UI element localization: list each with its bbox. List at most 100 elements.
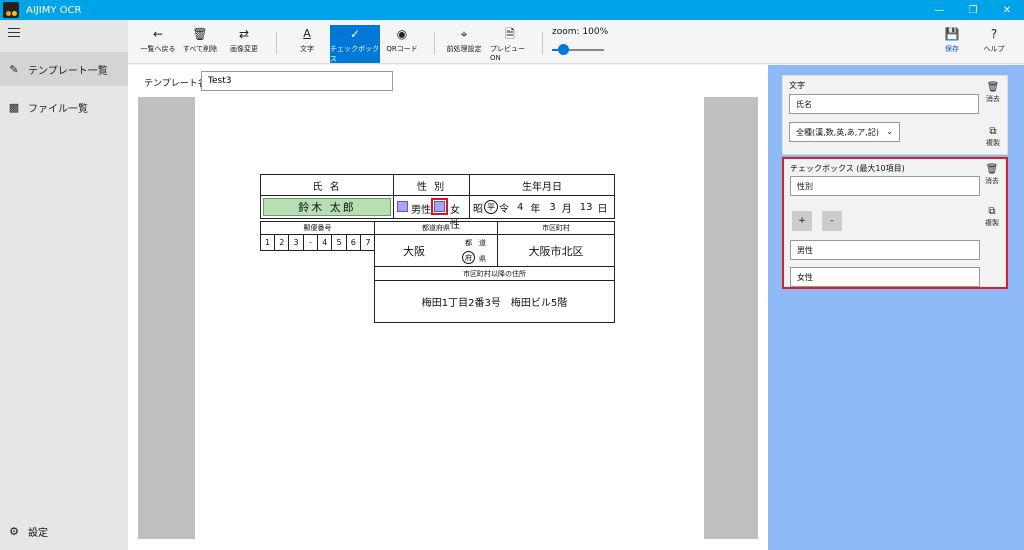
sidebar-item-templates[interactable]: ✎ テンプレート一覧 [0,52,128,86]
arrow-left-icon: ← [152,27,164,41]
trash-icon: 🗑 [192,27,208,41]
copy-checkbox-region-button[interactable]: ⧉ 複製 [982,206,1002,228]
text-icon: A [303,27,311,40]
prefecture-value: 大阪 [403,245,425,258]
delete-text-region-button[interactable]: 🗑 消去 [983,82,1003,104]
checkbox-label: チェックボックス [330,45,379,63]
delete-label: 消去 [986,95,1000,103]
sidebar-item-files[interactable]: ▩ ファイル一覧 [0,90,128,124]
text-label: 文字 [300,45,314,53]
window-controls: — ❐ ✕ [922,0,1024,20]
dob-day: 13 [579,201,593,213]
sidebar-item-settings[interactable]: ⚙ 設定 [0,518,128,544]
checkbox-group-name-input[interactable]: 性別 [790,176,980,196]
question-icon: ? [990,27,998,41]
template-editor: テンプレート名： 氏 名 性 別 生年月日 鈴木 太郎 男性 女性 [128,65,768,550]
toolbar-divider [276,32,277,54]
template-list-icon: ✎ [9,62,19,76]
save-button[interactable]: 💾 保存 [940,26,964,62]
postal-digit: 3 [290,235,304,250]
image-canvas[interactable]: 氏 名 性 別 生年月日 鈴木 太郎 男性 女性 昭 平 令 4 年 3 月 1… [138,97,758,539]
settings-label: 設定 [28,527,48,539]
gear-icon: ⚙ [9,524,19,538]
back-label: 一覧へ戻る [140,45,176,53]
remove-option-button[interactable]: - [822,211,842,231]
add-checkbox-button[interactable]: ✓ チェックボックス [330,25,380,63]
delete-label: 消去 [985,177,999,185]
app-logo-icon [3,2,19,18]
character-type-select[interactable]: 全種(漢,数,英,あ,ア,記) ⌄ [789,122,900,142]
change-image-button[interactable]: ⇄ 画像変更 [226,26,262,62]
postal-digit: 7 [365,238,371,247]
zoom-thumb[interactable] [558,44,570,55]
form-prefecture-cell: 大阪 都 道 府 県 [374,234,498,267]
form-name-cell: 鈴木 太郎 [260,195,394,219]
text-card-title: 文字 [789,81,805,90]
text-region-box[interactable]: 鈴木 太郎 [263,198,391,216]
trash-icon: 🗑 [985,164,999,175]
preprocess-settings-button[interactable]: ⌖ 前処理設定 [444,26,484,62]
postal-digit: 6 [347,235,361,250]
delete-checkbox-region-button[interactable]: 🗑 消去 [982,164,1002,186]
add-text-button[interactable]: A 文字 [290,26,324,62]
sidebar: ✎ テンプレート一覧 ▩ ファイル一覧 ⚙ 設定 [0,20,128,550]
help-label: ヘルプ [983,45,1005,53]
form-header-dob: 生年月日 [469,174,615,196]
form-header-address: 市区町村以降の住所 [374,266,615,281]
text-region-card[interactable]: 文字 氏名 全種(漢,数,英,あ,ア,記) ⌄ 🗑 消去 ⧉ 複製 [782,75,1008,155]
city-value: 大阪市北区 [497,234,615,267]
checkbox-region-female[interactable] [434,201,445,212]
era-reiwa: 令 [499,203,509,215]
close-icon[interactable]: ✕ [990,0,1024,20]
checkbox-region-card[interactable]: チェックボックス (最大10項目) 性別 + - 男性 女性 🗑 消去 ⧉ 複製 [782,157,1008,289]
postal-code-boxes: 123-4567 [260,234,375,251]
document-icon: 🗎 [505,27,515,41]
zoom-slider[interactable] [552,44,604,56]
form-header-gender: 性 別 [393,174,470,196]
qrcode-label: QRコード [386,45,418,53]
sidebar-item-label: テンプレート一覧 [28,65,108,77]
save-icon: 💾 [944,27,960,41]
pref-to: 都 [465,239,472,247]
dob-year: 4 [517,201,524,213]
title-bar: AIJIMY OCR — ❐ ✕ [0,0,1024,20]
preview-toggle-button[interactable]: 🗎 プレビューON [490,26,530,62]
template-name-input[interactable] [201,71,393,91]
toolbar: ← 一覧へ戻る 🗑 すべて削除 ⇄ 画像変更 A 文字 ✓ チェックボックス ◉… [128,20,1024,64]
copy-label: 複製 [986,139,1000,147]
file-list-icon: ▩ [8,100,20,114]
add-qrcode-button[interactable]: ◉ QRコード [386,26,418,62]
globe-icon: ◉ [396,27,408,41]
address-value: 梅田1丁目2番3号 梅田ビル5階 [374,280,615,323]
app-title: AIJIMY OCR [26,4,82,16]
form-header-prefecture: 都道府県 [374,221,498,235]
delete-all-button[interactable]: 🗑 すべて削除 [182,26,218,62]
save-label: 保存 [945,45,959,53]
checkbox-option-input-male[interactable]: 男性 [790,240,980,260]
postal-digit: - [304,235,318,250]
crop-icon: ⌖ [460,27,468,41]
add-option-button[interactable]: + [792,211,812,231]
hamburger-menu-icon[interactable] [8,28,20,38]
copy-icon: ⧉ [989,126,997,137]
checkmark-icon: ✓ [349,27,361,41]
copy-text-region-button[interactable]: ⧉ 複製 [983,126,1003,148]
chevron-down-icon: ⌄ [886,127,893,136]
help-button[interactable]: ? ヘルプ [980,26,1008,62]
change-image-label: 画像変更 [230,45,258,53]
male-text: 男性 [411,205,431,216]
form-gender-cell: 男性 女性 [393,195,470,231]
pref-ken: 県 [479,255,486,263]
swap-icon: ⇄ [238,27,250,41]
form-paper: 氏 名 性 別 生年月日 鈴木 太郎 男性 女性 昭 平 令 4 年 3 月 1… [195,97,704,539]
preview-label: プレビューON [490,45,525,62]
postal-digit: 2 [275,235,290,250]
back-to-list-button[interactable]: ← 一覧へ戻る [138,26,178,62]
checkbox-region-male[interactable] [397,201,408,212]
minimize-icon[interactable]: — [922,0,956,20]
text-field-name-input[interactable]: 氏名 [789,94,979,114]
checkbox-option-input-female[interactable]: 女性 [790,267,980,287]
form-image: 氏 名 性 別 生年月日 鈴木 太郎 男性 女性 昭 平 令 4 年 3 月 1… [260,174,615,326]
restore-icon[interactable]: ❐ [956,0,990,20]
checkbox-card-title: チェックボックス (最大10項目) [790,164,905,173]
